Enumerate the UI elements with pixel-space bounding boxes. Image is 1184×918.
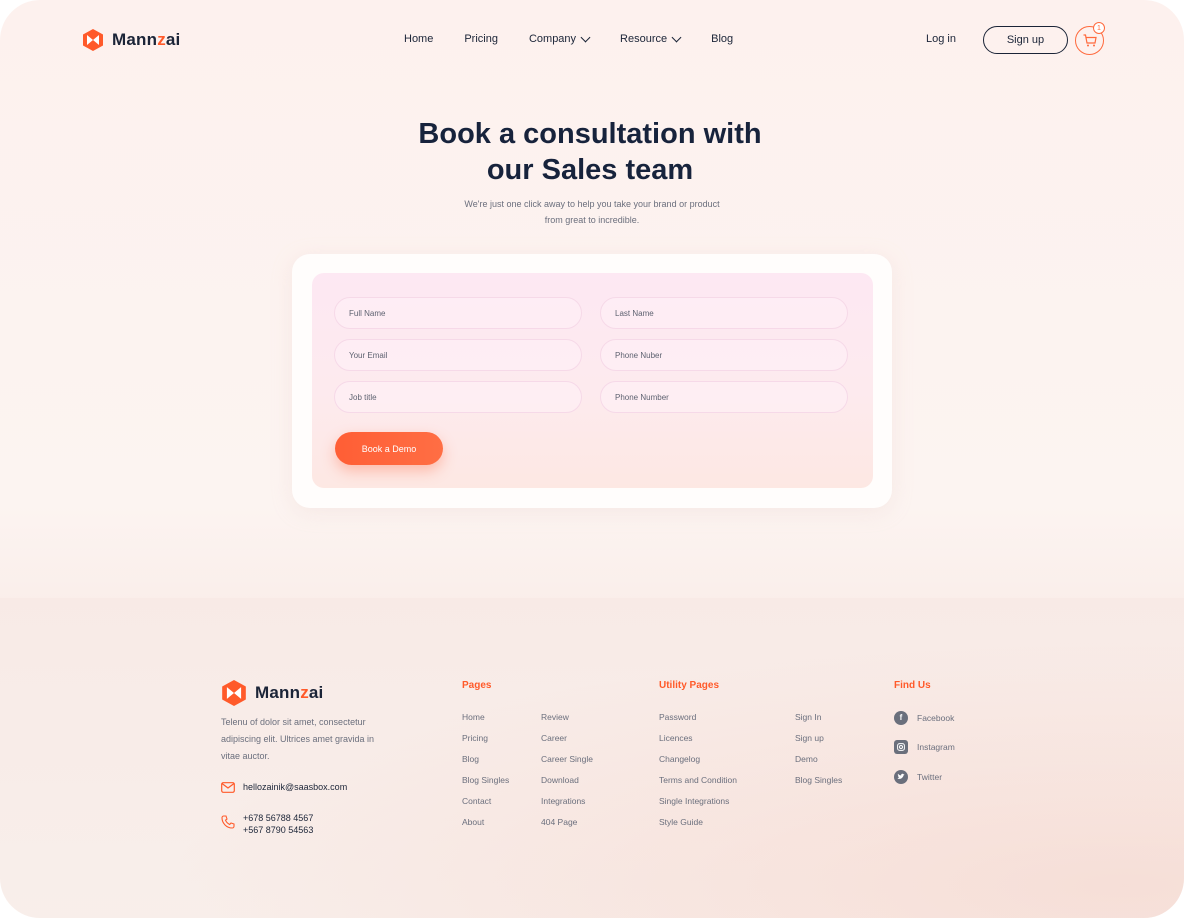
footer-phone-2: +567 8790 54563 (243, 825, 314, 835)
footer-link[interactable]: Blog Singles (795, 774, 842, 795)
facebook-icon: f (894, 710, 908, 725)
footer-link[interactable]: Style Guide (659, 816, 737, 837)
twitter-link[interactable]: Twitter (894, 762, 955, 792)
footer-utility-col1: Password Licences Changelog Terms and Co… (659, 711, 737, 837)
facebook-label: Facebook (917, 712, 955, 723)
footer-pages-col2: Review Career Career Single Download Int… (541, 711, 593, 837)
nav-home[interactable]: Home (404, 33, 433, 45)
footer-link[interactable]: Blog Singles (462, 774, 509, 795)
phone-icon (221, 815, 235, 829)
instagram-label: Instagram (917, 742, 955, 753)
nav-company[interactable]: Company (529, 32, 591, 45)
twitter-icon (894, 769, 908, 784)
footer-email[interactable]: hellozainik@saasbox.com (221, 782, 347, 793)
page-subtitle: We're just one click away to help you ta… (464, 199, 720, 225)
instagram-link[interactable]: Instagram (894, 733, 955, 763)
footer-email-text: hellozainik@saasbox.com (243, 782, 348, 792)
brand-name: Mannzai (112, 30, 181, 49)
footer-social-list: f Facebook Instagram Twitter (894, 703, 955, 792)
footer-link[interactable]: Demo (795, 753, 842, 774)
footer-link[interactable]: Licences (659, 732, 737, 753)
last-name-field[interactable] (600, 297, 848, 329)
footer-link[interactable]: About (462, 816, 509, 837)
footer-link[interactable]: Password (659, 711, 737, 732)
footer-link[interactable]: Sign up (795, 732, 842, 753)
footer-description: Telenu of dolor sit amet, consectetur ad… (221, 717, 375, 761)
brand-logo-icon (83, 29, 103, 51)
footer-phones[interactable]: +678 56788 4567 +567 8790 54563 (221, 812, 313, 836)
twitter-label: Twitter (917, 771, 943, 782)
nav-blog[interactable]: Blog (711, 33, 733, 45)
nav-pricing[interactable]: Pricing (464, 33, 498, 45)
footer-link[interactable]: Single Integrations (659, 795, 737, 816)
footer-link[interactable]: Terms and Condition (659, 774, 737, 795)
footer-pages-col1: Home Pricing Blog Blog Singles Contact A… (462, 711, 509, 837)
footer-link[interactable]: Blog (462, 753, 509, 774)
footer-link[interactable]: Career (541, 732, 593, 753)
job-title-field[interactable] (334, 381, 582, 413)
main-nav: Home Pricing Company Resource Blog (404, 32, 733, 45)
chevron-down-icon (580, 32, 591, 42)
header-logo[interactable]: Mannzai (82, 29, 180, 51)
cart-count-badge: 1 (1093, 22, 1105, 34)
footer-link[interactable]: Contact (462, 795, 509, 816)
instagram-icon (894, 740, 908, 755)
footer-phone-1: +678 56788 4567 (243, 813, 314, 823)
footer-link[interactable]: Sign In (795, 711, 842, 732)
chevron-down-icon (671, 32, 682, 42)
book-demo-button[interactable]: Book a Demo (335, 432, 443, 465)
email-field[interactable] (334, 339, 582, 371)
footer-findus-heading: Find Us (894, 680, 931, 691)
phone-field[interactable] (600, 339, 848, 371)
page-title: Book a consultation with our Sales team (418, 118, 762, 186)
phone-number-field[interactable] (600, 381, 848, 413)
footer-brand-name: Mannzai (255, 683, 324, 702)
mail-icon (221, 782, 235, 793)
footer-link[interactable]: Career Single (541, 753, 593, 774)
footer-link[interactable]: Home (462, 711, 509, 732)
shopping-cart-icon (1083, 34, 1097, 47)
full-name-field[interactable] (334, 297, 582, 329)
footer-utility-col2: Sign In Sign up Demo Blog Singles (795, 711, 842, 795)
footer-link[interactable]: 404 Page (541, 816, 593, 837)
footer-link[interactable]: Changelog (659, 753, 737, 774)
footer-pages-heading: Pages (462, 680, 492, 691)
footer-link[interactable]: Pricing (462, 732, 509, 753)
login-link[interactable]: Log in (926, 33, 956, 45)
nav-resource[interactable]: Resource (620, 32, 682, 45)
footer-logo[interactable]: Mannzai (221, 680, 323, 706)
footer-link[interactable]: Integrations (541, 795, 593, 816)
footer-utility-heading: Utility Pages (659, 680, 720, 691)
page-frame: Mannzai Home Pricing Company Resource Bl… (0, 0, 1184, 918)
footer-link[interactable]: Review (541, 711, 593, 732)
brand-logo-icon (222, 680, 246, 706)
facebook-link[interactable]: f Facebook (894, 703, 955, 733)
signup-button[interactable]: Sign up (983, 26, 1068, 54)
footer-link[interactable]: Download (541, 774, 593, 795)
